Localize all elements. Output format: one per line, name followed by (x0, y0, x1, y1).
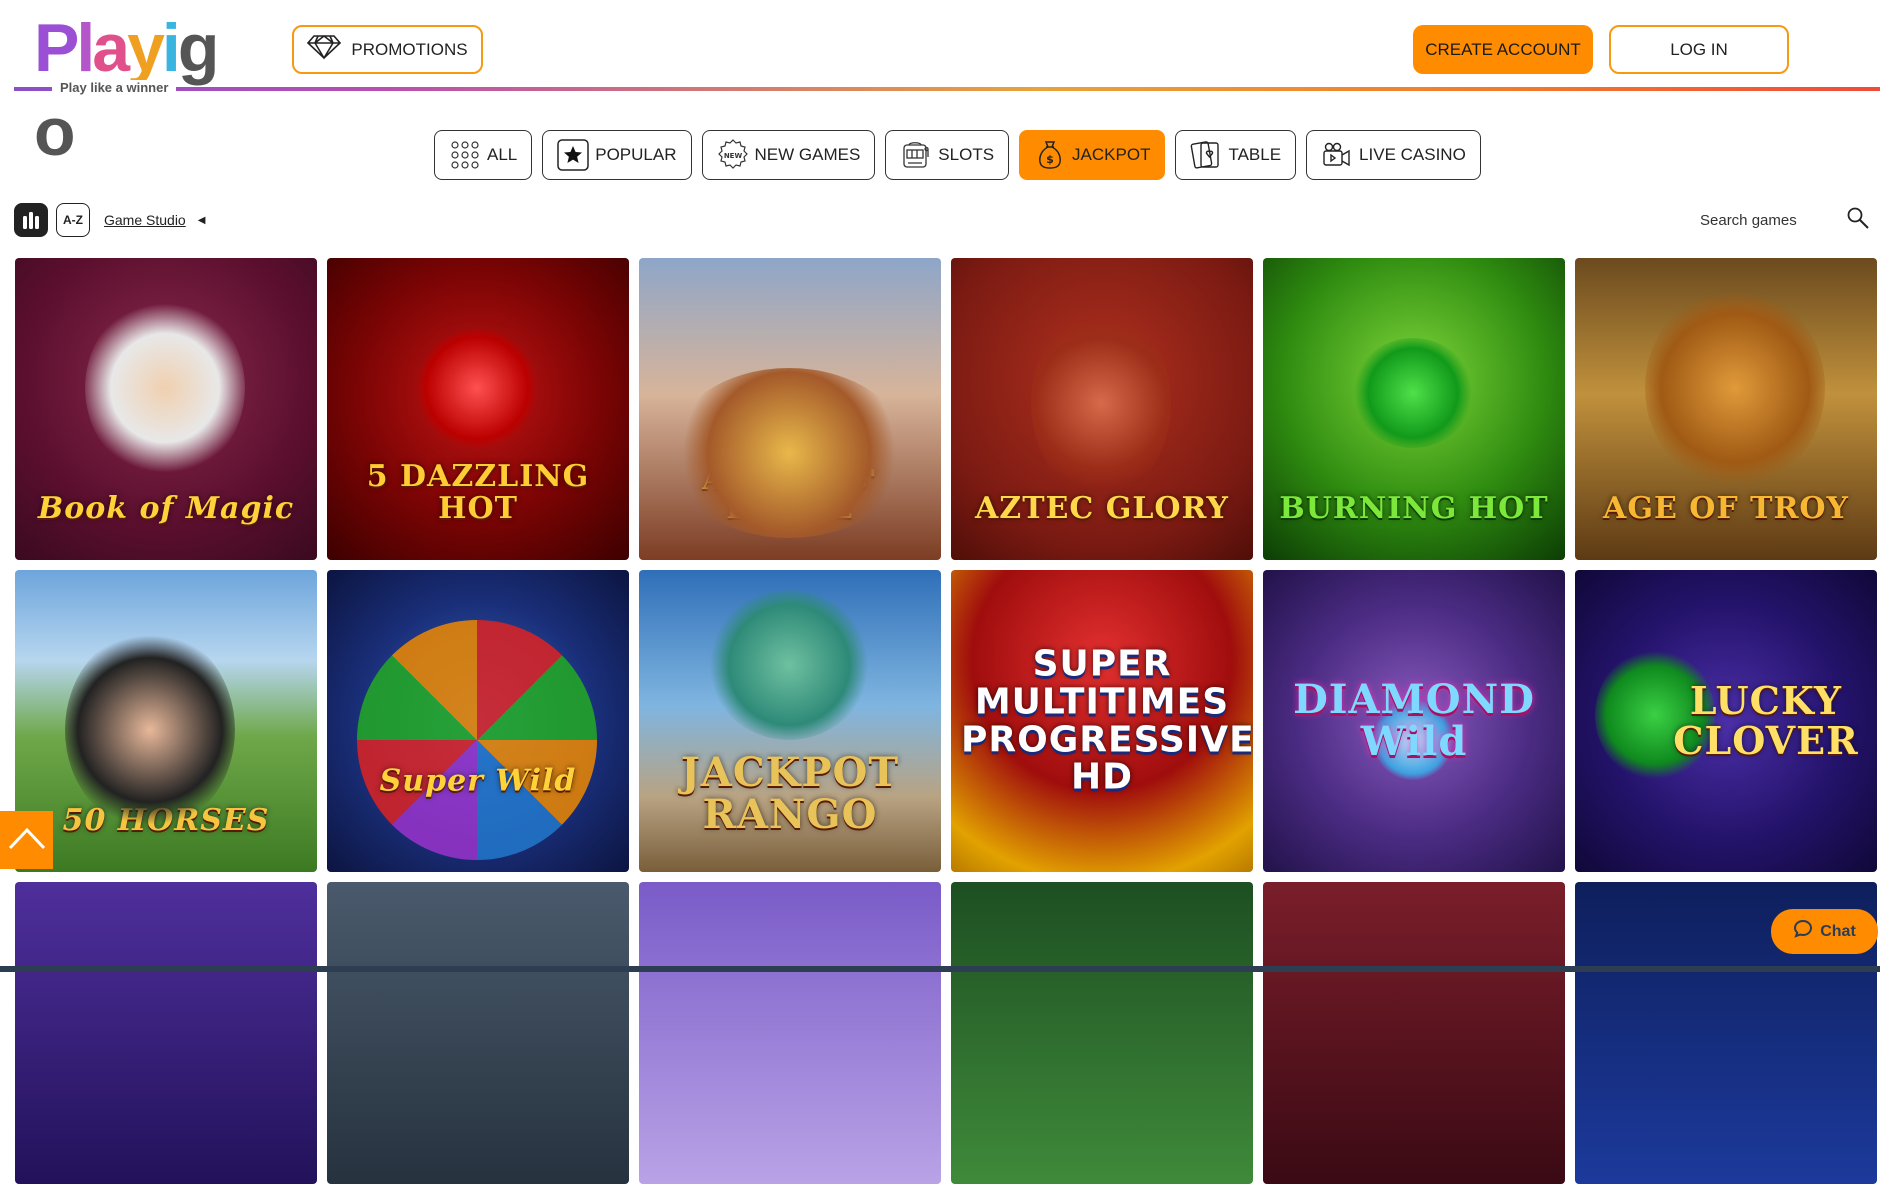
promotions-label: PROMOTIONS (351, 39, 468, 59)
game-tile[interactable]: JACKPOT RANGO (639, 570, 941, 872)
money-bag-icon: $ (1034, 139, 1066, 171)
chat-label: Chat (1820, 922, 1856, 940)
cards-icon (1190, 139, 1222, 171)
game-tile[interactable]: Super Wild (327, 570, 629, 872)
game-filters: A-Z Game Studio ◀ (14, 202, 205, 238)
game-title: SUPER MULTITIMES PROGRESSIVE HD (961, 643, 1253, 798)
game-tile[interactable] (951, 882, 1253, 1184)
tab-table[interactable]: TABLE (1175, 130, 1297, 180)
diamond-icon (307, 34, 342, 65)
slot-machine-icon (900, 139, 932, 171)
chat-button[interactable]: Chat (1771, 909, 1878, 954)
game-tile[interactable]: AMAZONS' BATTLE (639, 258, 941, 560)
game-title: Book of Magic (37, 490, 295, 526)
create-account-button[interactable]: CREATE ACCOUNT (1413, 25, 1593, 74)
dots-grid-icon (449, 139, 481, 171)
sort-az-button[interactable]: A-Z (56, 203, 90, 237)
game-title: LUCKY CLOVER (1673, 678, 1859, 763)
star-icon (557, 139, 589, 171)
game-title (1092, 1148, 1112, 1184)
svg-text:$: $ (1046, 153, 1054, 166)
chat-bubble-icon (1793, 919, 1813, 944)
search-bar (1700, 206, 1870, 235)
game-tile[interactable]: Book of Magic (15, 258, 317, 560)
game-tile[interactable] (327, 882, 629, 1184)
scroll-to-top-button[interactable] (0, 811, 53, 869)
game-grid: Book of Magic 5 DAZZLING HOT AMAZONS' BA… (15, 258, 1880, 1184)
game-title (468, 1148, 488, 1184)
new-badge-icon: NEW (717, 139, 749, 171)
tab-all[interactable]: ALL (434, 130, 533, 180)
game-tile[interactable] (1263, 882, 1565, 1184)
logo-tagline: Play like a winner (52, 80, 177, 95)
tab-slots[interactable]: SLOTS (885, 130, 1010, 180)
tab-label: TABLE (1228, 145, 1282, 164)
game-tile[interactable]: 50 HORSES (15, 570, 317, 872)
svg-text:NEW: NEW (723, 152, 742, 160)
tab-label: SLOTS (938, 145, 995, 164)
game-title (1716, 1148, 1736, 1184)
game-title: 5 DAZZLING HOT (366, 459, 590, 526)
site-header: Playigo Play like a winner PROMOTIONS CR… (0, 0, 1880, 170)
tab-label: JACKPOT (1072, 145, 1151, 164)
game-tile[interactable] (639, 882, 941, 1184)
tab-label: LIVE CASINO (1359, 145, 1466, 164)
chevron-up-icon (8, 826, 46, 855)
caret-left-icon[interactable]: ◀ (198, 215, 206, 226)
game-tile[interactable]: SUPER MULTITIMES PROGRESSIVE HD (951, 570, 1253, 872)
game-title: BURNING HOT (1279, 490, 1549, 526)
game-tile[interactable]: LUCKY CLOVER (1575, 570, 1877, 872)
bottom-bar (0, 966, 1880, 972)
tab-jackpot[interactable]: $ JACKPOT (1019, 130, 1166, 180)
game-title (1404, 1148, 1424, 1184)
login-button[interactable]: LOG IN (1609, 25, 1789, 74)
game-title (156, 1148, 176, 1184)
game-tile[interactable] (15, 882, 317, 1184)
sort-popular-icon[interactable] (14, 203, 48, 237)
game-title: Super Wild (379, 763, 577, 799)
game-title: DIAMOND Wild (1293, 676, 1535, 765)
game-tile[interactable]: DIAMOND Wild (1263, 570, 1565, 872)
game-tile[interactable]: AGE OF TROY (1575, 258, 1877, 560)
game-tile[interactable]: 5 DAZZLING HOT (327, 258, 629, 560)
promotions-button[interactable]: PROMOTIONS (292, 25, 483, 74)
tab-label: POPULAR (595, 145, 677, 164)
tab-popular[interactable]: POPULAR (542, 130, 692, 180)
game-title (780, 1148, 800, 1184)
game-title: JACKPOT RANGO (680, 749, 900, 838)
tab-live-casino[interactable]: LIVE CASINO (1306, 130, 1481, 180)
search-input[interactable] (1700, 211, 1820, 229)
video-camera-icon (1321, 139, 1353, 171)
game-tile[interactable]: AZTEC GLORY (951, 258, 1253, 560)
header-gradient-rule (14, 87, 1880, 91)
category-tabs: ALL POPULAR NEW NEW GAMES SLOTS $ JACKPO… (434, 130, 1481, 180)
tab-label: NEW GAMES (754, 145, 861, 164)
tab-label: ALL (487, 145, 518, 164)
tab-new-games[interactable]: NEW NEW GAMES (701, 130, 876, 180)
game-title: AGE OF TROY (1603, 490, 1849, 526)
game-tile[interactable]: BURNING HOT (1263, 258, 1565, 560)
game-title: AZTEC GLORY (975, 490, 1229, 526)
game-studio-dropdown[interactable]: Game Studio (104, 212, 186, 228)
search-icon[interactable] (1846, 206, 1870, 235)
